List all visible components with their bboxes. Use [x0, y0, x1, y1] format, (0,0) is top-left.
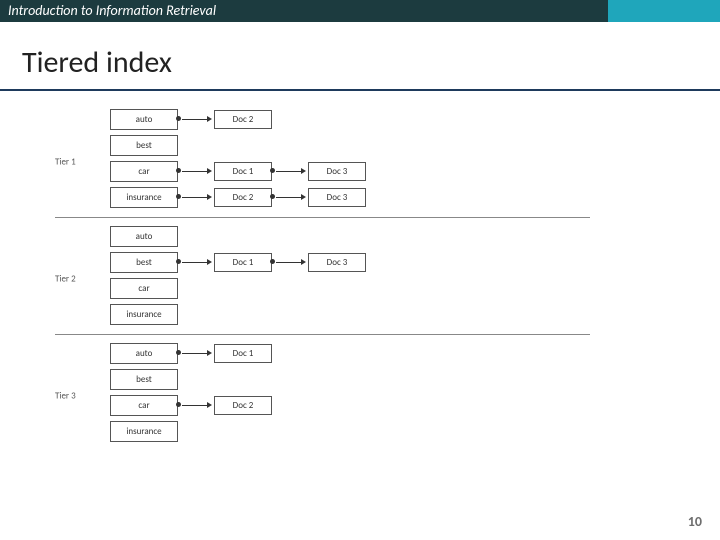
- posting-row: best: [110, 133, 590, 157]
- posting-row: best Doc 1 Doc 3: [110, 250, 590, 274]
- term-box: car: [110, 278, 178, 299]
- term-box: best: [110, 369, 178, 390]
- term-box: auto: [110, 109, 178, 130]
- doc-box: Doc 1: [214, 344, 272, 363]
- tier-group: Tier 2 auto best Doc 1 Doc 3 car insurance: [55, 224, 590, 335]
- page-number: 10: [688, 513, 702, 530]
- slide-title: Tiered index: [22, 44, 720, 81]
- title-underline: [0, 89, 720, 91]
- tier-group: Tier 1autoDoc 2bestcarDoc 1Doc 3insuranc…: [55, 107, 590, 218]
- posting-row: best: [110, 367, 590, 391]
- course-title: Introduction to Information Retrieval: [0, 0, 608, 22]
- term-box: auto: [110, 226, 178, 247]
- tiered-index-diagram: Tier 1autoDoc 2bestcarDoc 1Doc 3insuranc…: [0, 107, 720, 451]
- doc-box: Doc 1: [214, 253, 272, 272]
- posting-row: auto Doc 2: [110, 107, 590, 131]
- posting-row: car: [110, 276, 590, 300]
- tier-label: Tier 2: [55, 274, 76, 285]
- doc-box: Doc 2: [214, 396, 272, 415]
- doc-box: Doc 2: [214, 188, 272, 207]
- posting-row: auto Doc 1: [110, 341, 590, 365]
- arrow-icon: [182, 197, 210, 198]
- arrow-icon: [182, 262, 210, 263]
- posting-row: car Doc 2: [110, 393, 590, 417]
- arrow-icon: [182, 405, 210, 406]
- arrow-icon: [276, 171, 304, 172]
- header-accent: [608, 0, 720, 22]
- header-bar: Introduction to Information Retrieval: [0, 0, 720, 22]
- term-box: insurance: [110, 421, 178, 442]
- arrow-icon: [182, 353, 210, 354]
- tier-label: Tier 1: [55, 157, 76, 168]
- posting-row: insurance: [110, 419, 590, 443]
- posting-row: insurance: [110, 302, 590, 326]
- arrow-icon: [276, 197, 304, 198]
- posting-row: auto: [110, 224, 590, 248]
- term-box: car: [110, 395, 178, 416]
- term-box: best: [110, 252, 178, 273]
- term-box: best: [110, 135, 178, 156]
- tier-label: Tier 3: [55, 391, 76, 402]
- term-box: insurance: [110, 304, 178, 325]
- term-box: auto: [110, 343, 178, 364]
- doc-box: Doc 3: [308, 253, 366, 272]
- doc-box: Doc 3: [308, 162, 366, 181]
- term-box: insurance: [110, 187, 178, 208]
- posting-row: car Doc 1 Doc 3: [110, 159, 590, 183]
- arrow-icon: [276, 262, 304, 263]
- tier-group: Tier 3 auto Doc 1 best car Doc 2 insurance: [55, 341, 590, 451]
- arrow-icon: [182, 119, 210, 120]
- arrow-icon: [182, 171, 210, 172]
- posting-row: insurance Doc 2 Doc 3: [110, 185, 590, 209]
- doc-box: Doc 3: [308, 188, 366, 207]
- term-box: car: [110, 161, 178, 182]
- doc-box: Doc 1: [214, 162, 272, 181]
- doc-box: Doc 2: [214, 110, 272, 129]
